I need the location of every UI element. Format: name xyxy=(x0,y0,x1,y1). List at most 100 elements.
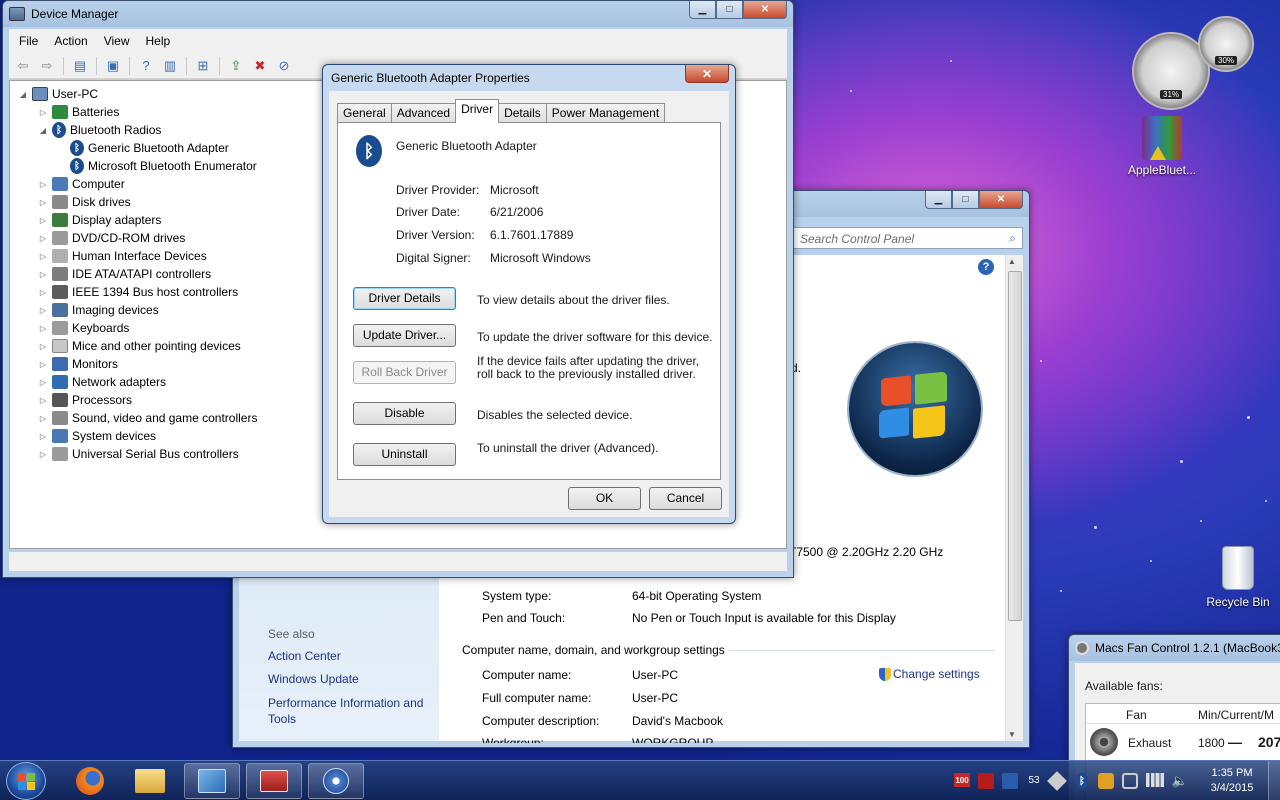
tree-item-computer[interactable]: ▷ Computer xyxy=(38,175,125,193)
display-tray-icon[interactable] xyxy=(1002,773,1018,789)
minimize-button[interactable]: ▁ xyxy=(689,1,716,19)
tree-item-ide-controllers[interactable]: ▷ IDE ATA/ATAPI controllers xyxy=(38,265,211,283)
network-signal-icon[interactable] xyxy=(1146,773,1164,787)
diamond-tray-icon[interactable] xyxy=(1047,771,1067,791)
expand-arrow-icon[interactable]: ▷ xyxy=(38,288,48,297)
tree-item-batteries[interactable]: ▷ Batteries xyxy=(38,103,119,121)
tree-item-display-adapters[interactable]: ▷ Display adapters xyxy=(38,211,161,229)
power-tray-icon[interactable] xyxy=(1122,773,1138,789)
memory-gauge[interactable]: 30% xyxy=(1198,16,1254,72)
scan-hardware-icon[interactable]: ⊞ xyxy=(193,57,213,75)
tree-item-monitors[interactable]: ▷ Monitors xyxy=(38,355,118,373)
dialog-close-button[interactable]: ✕ xyxy=(685,65,729,83)
tree-item-sound-controllers[interactable]: ▷ Sound, video and game controllers xyxy=(38,409,257,427)
cancel-button[interactable]: Cancel xyxy=(649,487,722,510)
tree-item-bluetooth-radios[interactable]: ◢ ᛒ Bluetooth Radios xyxy=(38,121,161,139)
expand-arrow-icon[interactable]: ▷ xyxy=(38,378,48,387)
expand-arrow-icon[interactable]: ▷ xyxy=(38,324,48,333)
expand-arrow-icon[interactable]: ▷ xyxy=(38,396,48,405)
tab-details[interactable]: Details xyxy=(498,103,547,123)
acrobat-tray-icon[interactable] xyxy=(978,773,994,789)
taskbar-firefox[interactable] xyxy=(62,763,118,799)
expand-arrow-icon[interactable]: ▷ xyxy=(38,450,48,459)
expand-arrow-icon[interactable]: ▷ xyxy=(38,198,48,207)
help-toolbar-icon[interactable]: ? xyxy=(136,57,156,75)
menu-file[interactable]: File xyxy=(19,34,38,48)
taskbar-explorer[interactable] xyxy=(122,763,178,799)
expand-arrow-icon[interactable]: ▷ xyxy=(38,216,48,225)
expand-arrow-icon[interactable]: ▷ xyxy=(38,432,48,441)
disable-button[interactable]: Disable xyxy=(353,402,456,425)
scroll-thumb[interactable] xyxy=(1008,271,1022,621)
dialog-titlebar[interactable]: Generic Bluetooth Adapter Properties xyxy=(323,65,735,91)
tree-item-usb-controllers[interactable]: ▷ Universal Serial Bus controllers xyxy=(38,445,239,463)
collapse-arrow-icon[interactable]: ◢ xyxy=(38,126,48,135)
update-driver-button[interactable]: Update Driver... xyxy=(353,324,456,347)
scroll-down-arrow[interactable]: ▼ xyxy=(1008,730,1016,739)
taskbar-device-manager[interactable] xyxy=(246,763,302,799)
roll-back-driver-button[interactable]: Roll Back Driver xyxy=(353,361,456,384)
menu-help[interactable]: Help xyxy=(146,34,171,48)
taskbar-bluetooth-settings[interactable] xyxy=(308,763,364,799)
expand-arrow-icon[interactable]: ▷ xyxy=(38,270,48,279)
back-icon[interactable]: ⇦ xyxy=(13,57,33,75)
forward-icon[interactable]: ⇨ xyxy=(37,57,57,75)
show-hide-action-pane-icon[interactable]: ▥ xyxy=(160,57,180,75)
driver-details-button[interactable]: Driver Details xyxy=(353,287,456,310)
tree-item-network-adapters[interactable]: ▷ Network adapters xyxy=(38,373,166,391)
fan-control-titlebar[interactable]: Macs Fan Control 1.2.1 (MacBook3 xyxy=(1069,635,1280,661)
close-button[interactable]: ✕ xyxy=(743,1,787,19)
search-input[interactable]: Search Control Panel ⌕ xyxy=(793,227,1023,249)
desktop-icon-applebluetooth[interactable]: AppleBluet... xyxy=(1124,116,1200,177)
scroll-up-arrow[interactable]: ▲ xyxy=(1008,257,1016,266)
tab-driver[interactable]: Driver xyxy=(455,99,500,123)
tree-item-hid[interactable]: ▷ Human Interface Devices xyxy=(38,247,207,265)
device-manager-titlebar[interactable]: Device Manager xyxy=(3,1,793,27)
collapse-arrow-icon[interactable]: ◢ xyxy=(18,90,28,99)
update-driver-icon[interactable]: ⇪ xyxy=(226,57,246,75)
desktop-icon-recycle-bin[interactable]: Recycle Bin xyxy=(1200,546,1276,609)
volume-icon[interactable]: 🔈 xyxy=(1172,773,1188,789)
link-performance-information[interactable]: Performance Information and Tools xyxy=(268,695,438,727)
start-button[interactable] xyxy=(6,762,46,800)
expand-arrow-icon[interactable]: ▷ xyxy=(38,234,48,243)
disable-icon[interactable]: ⊘ xyxy=(274,57,294,75)
menu-action[interactable]: Action xyxy=(54,34,87,48)
properties-icon[interactable]: ▣ xyxy=(103,57,123,75)
menu-view[interactable]: View xyxy=(104,34,130,48)
expand-arrow-icon[interactable]: ▷ xyxy=(38,414,48,423)
help-icon[interactable]: ? xyxy=(978,259,994,275)
expand-arrow-icon[interactable]: ▷ xyxy=(38,252,48,261)
expand-arrow-icon[interactable]: ▷ xyxy=(38,180,48,189)
temperature-tray-icon[interactable]: 53 xyxy=(1026,773,1042,787)
control-panel-scrollbar[interactable]: ? ▲ ▼ xyxy=(978,255,1023,741)
uninstall-button[interactable]: Uninstall xyxy=(353,443,456,466)
link-windows-update[interactable]: Windows Update xyxy=(268,672,359,686)
tree-item-mice[interactable]: ▷ Mice and other pointing devices xyxy=(38,337,241,355)
link-action-center[interactable]: Action Center xyxy=(268,649,341,663)
maximize-button[interactable]: □ xyxy=(952,191,979,209)
warning-tray-icon[interactable] xyxy=(1098,773,1114,789)
expand-arrow-icon[interactable]: ▷ xyxy=(38,342,48,351)
expand-arrow-icon[interactable]: ▷ xyxy=(38,360,48,369)
tree-root[interactable]: ◢ User-PC xyxy=(18,85,98,103)
taskbar-control-panel[interactable] xyxy=(184,763,240,799)
tree-item-ieee1394[interactable]: ▷ IEEE 1394 Bus host controllers xyxy=(38,283,238,301)
ok-button[interactable]: OK xyxy=(568,487,641,510)
show-desktop-button[interactable] xyxy=(1268,761,1280,800)
expand-arrow-icon[interactable]: ▷ xyxy=(38,108,48,117)
tree-item-dvd-drives[interactable]: ▷ DVD/CD-ROM drives xyxy=(38,229,185,247)
change-settings-link[interactable]: Change settings xyxy=(879,667,980,681)
tree-item-disk-drives[interactable]: ▷ Disk drives xyxy=(38,193,131,211)
minimize-button[interactable]: ▁ xyxy=(925,191,952,209)
tree-item-generic-bluetooth-adapter[interactable]: ᛒ Generic Bluetooth Adapter xyxy=(70,139,229,157)
bluetooth-tray-icon[interactable]: ᛒ xyxy=(1076,773,1088,789)
tab-general[interactable]: General xyxy=(337,103,392,123)
tab-advanced[interactable]: Advanced xyxy=(390,103,457,123)
tree-item-processors[interactable]: ▷ Processors xyxy=(38,391,132,409)
tab-power-management[interactable]: Power Management xyxy=(545,103,666,123)
tree-item-microsoft-bluetooth-enumerator[interactable]: ᛒ Microsoft Bluetooth Enumerator xyxy=(70,157,257,175)
close-button[interactable]: ✕ xyxy=(979,191,1023,209)
tray-badge-icon[interactable]: 100 xyxy=(954,773,970,787)
tree-item-keyboards[interactable]: ▷ Keyboards xyxy=(38,319,129,337)
